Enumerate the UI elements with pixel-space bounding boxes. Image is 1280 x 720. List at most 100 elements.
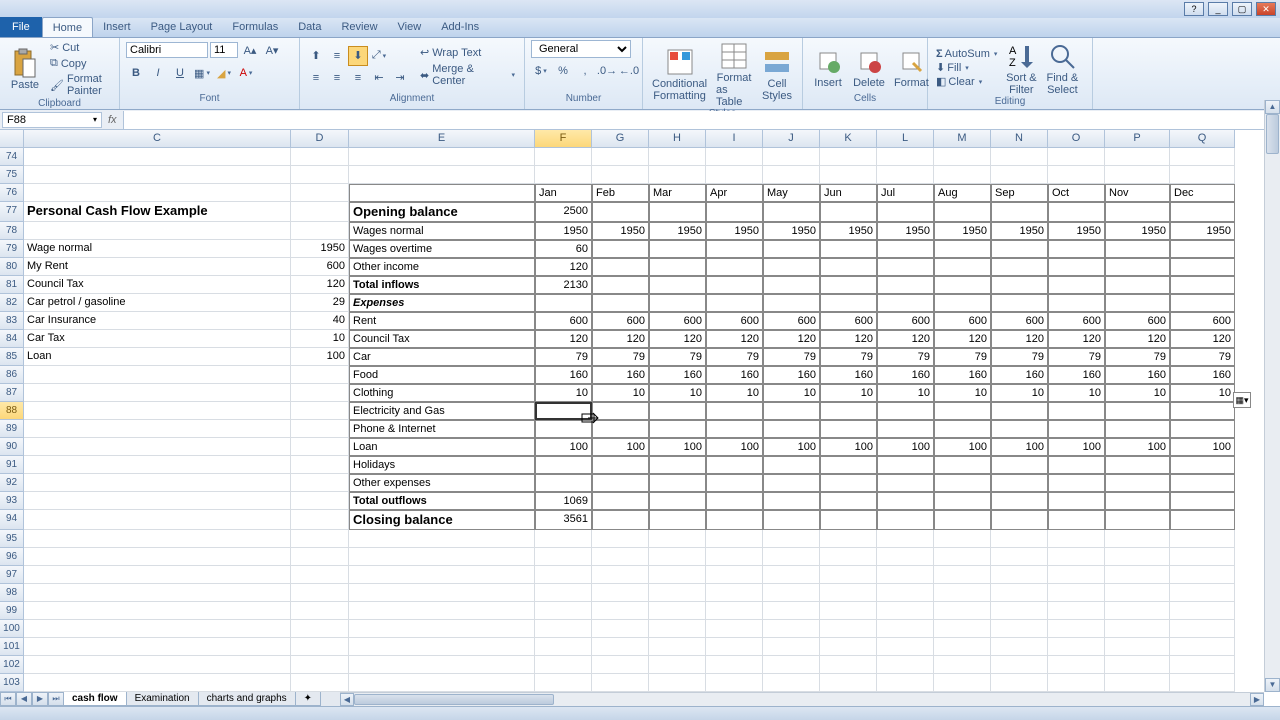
- cell-C98[interactable]: [24, 584, 291, 602]
- cell-L94[interactable]: [877, 510, 934, 530]
- cell-I103[interactable]: [706, 674, 763, 692]
- cell-J83[interactable]: 600: [763, 312, 820, 330]
- cell-J78[interactable]: 1950: [763, 222, 820, 240]
- cell-C78[interactable]: [24, 222, 291, 240]
- row-header-94[interactable]: 94: [0, 510, 24, 530]
- cell-M78[interactable]: 1950: [934, 222, 991, 240]
- cell-Q92[interactable]: [1170, 474, 1235, 492]
- cell-L78[interactable]: 1950: [877, 222, 934, 240]
- cell-K83[interactable]: 600: [820, 312, 877, 330]
- cell-H102[interactable]: [649, 656, 706, 674]
- cell-I78[interactable]: 1950: [706, 222, 763, 240]
- cell-Q83[interactable]: 600: [1170, 312, 1235, 330]
- cell-F86[interactable]: 160: [535, 366, 592, 384]
- cell-H78[interactable]: 1950: [649, 222, 706, 240]
- cell-C99[interactable]: [24, 602, 291, 620]
- cell-K74[interactable]: [820, 148, 877, 166]
- cell-Q99[interactable]: [1170, 602, 1235, 620]
- row-header-87[interactable]: 87: [0, 384, 24, 402]
- cell-N102[interactable]: [991, 656, 1048, 674]
- cell-O79[interactable]: [1048, 240, 1105, 258]
- cell-Q101[interactable]: [1170, 638, 1235, 656]
- cell-Q87[interactable]: 10: [1170, 384, 1235, 402]
- cell-D77[interactable]: [291, 202, 349, 222]
- cell-E79[interactable]: Wages overtime: [349, 240, 535, 258]
- cell-M84[interactable]: 120: [934, 330, 991, 348]
- cell-D92[interactable]: [291, 474, 349, 492]
- cell-P84[interactable]: 120: [1105, 330, 1170, 348]
- cell-O101[interactable]: [1048, 638, 1105, 656]
- cell-O76[interactable]: Oct: [1048, 184, 1105, 202]
- cell-O83[interactable]: 600: [1048, 312, 1105, 330]
- cell-F83[interactable]: 600: [535, 312, 592, 330]
- cell-Q86[interactable]: 160: [1170, 366, 1235, 384]
- cell-G89[interactable]: [592, 420, 649, 438]
- sheet-nav-last[interactable]: ⏭: [48, 692, 64, 706]
- cell-I85[interactable]: 79: [706, 348, 763, 366]
- cell-D94[interactable]: [291, 510, 349, 530]
- horizontal-scrollbar[interactable]: ◀ ▶: [340, 692, 1264, 706]
- cell-D93[interactable]: [291, 492, 349, 510]
- cell-O91[interactable]: [1048, 456, 1105, 474]
- cell-H97[interactable]: [649, 566, 706, 584]
- cell-K103[interactable]: [820, 674, 877, 692]
- cell-K92[interactable]: [820, 474, 877, 492]
- cell-P97[interactable]: [1105, 566, 1170, 584]
- cell-M82[interactable]: [934, 294, 991, 312]
- scroll-thumb-v[interactable]: [1266, 114, 1279, 154]
- cell-P76[interactable]: Nov: [1105, 184, 1170, 202]
- cell-H92[interactable]: [649, 474, 706, 492]
- cell-E75[interactable]: [349, 166, 535, 184]
- cell-K96[interactable]: [820, 548, 877, 566]
- cell-L95[interactable]: [877, 530, 934, 548]
- cell-M102[interactable]: [934, 656, 991, 674]
- cell-N84[interactable]: 120: [991, 330, 1048, 348]
- cell-L101[interactable]: [877, 638, 934, 656]
- cell-P102[interactable]: [1105, 656, 1170, 674]
- cell-K101[interactable]: [820, 638, 877, 656]
- cell-C102[interactable]: [24, 656, 291, 674]
- cell-P85[interactable]: 79: [1105, 348, 1170, 366]
- cell-M98[interactable]: [934, 584, 991, 602]
- cell-L74[interactable]: [877, 148, 934, 166]
- cell-I94[interactable]: [706, 510, 763, 530]
- row-header-92[interactable]: 92: [0, 474, 24, 492]
- cell-I102[interactable]: [706, 656, 763, 674]
- cell-P78[interactable]: 1950: [1105, 222, 1170, 240]
- row-header-81[interactable]: 81: [0, 276, 24, 294]
- cell-J82[interactable]: [763, 294, 820, 312]
- cell-C92[interactable]: [24, 474, 291, 492]
- cell-C77[interactable]: Personal Cash Flow Example: [24, 202, 291, 222]
- autofill-options-button[interactable]: ▦▾: [1233, 392, 1251, 408]
- cell-P103[interactable]: [1105, 674, 1170, 692]
- cell-I96[interactable]: [706, 548, 763, 566]
- row-header-84[interactable]: 84: [0, 330, 24, 348]
- cell-J90[interactable]: 100: [763, 438, 820, 456]
- cell-I74[interactable]: [706, 148, 763, 166]
- cell-J95[interactable]: [763, 530, 820, 548]
- align-left-button[interactable]: ≡: [306, 68, 326, 88]
- cell-I99[interactable]: [706, 602, 763, 620]
- cell-E98[interactable]: [349, 584, 535, 602]
- help-button[interactable]: ?: [1184, 2, 1204, 16]
- cell-K91[interactable]: [820, 456, 877, 474]
- cell-Q82[interactable]: [1170, 294, 1235, 312]
- sheet-tab-cashflow[interactable]: cash flow: [63, 692, 127, 706]
- cell-F99[interactable]: [535, 602, 592, 620]
- cell-N91[interactable]: [991, 456, 1048, 474]
- increase-indent-button[interactable]: ⇥: [390, 68, 410, 88]
- cell-Q96[interactable]: [1170, 548, 1235, 566]
- formula-input[interactable]: [123, 111, 1280, 129]
- cell-F93[interactable]: 1069: [535, 492, 592, 510]
- close-button[interactable]: ✕: [1256, 2, 1276, 16]
- cell-C75[interactable]: [24, 166, 291, 184]
- cell-G94[interactable]: [592, 510, 649, 530]
- cell-E91[interactable]: Holidays: [349, 456, 535, 474]
- cell-M92[interactable]: [934, 474, 991, 492]
- cell-G96[interactable]: [592, 548, 649, 566]
- cell-H103[interactable]: [649, 674, 706, 692]
- cell-N101[interactable]: [991, 638, 1048, 656]
- cell-L88[interactable]: [877, 402, 934, 420]
- cell-N76[interactable]: Sep: [991, 184, 1048, 202]
- col-header-K[interactable]: K: [820, 130, 877, 148]
